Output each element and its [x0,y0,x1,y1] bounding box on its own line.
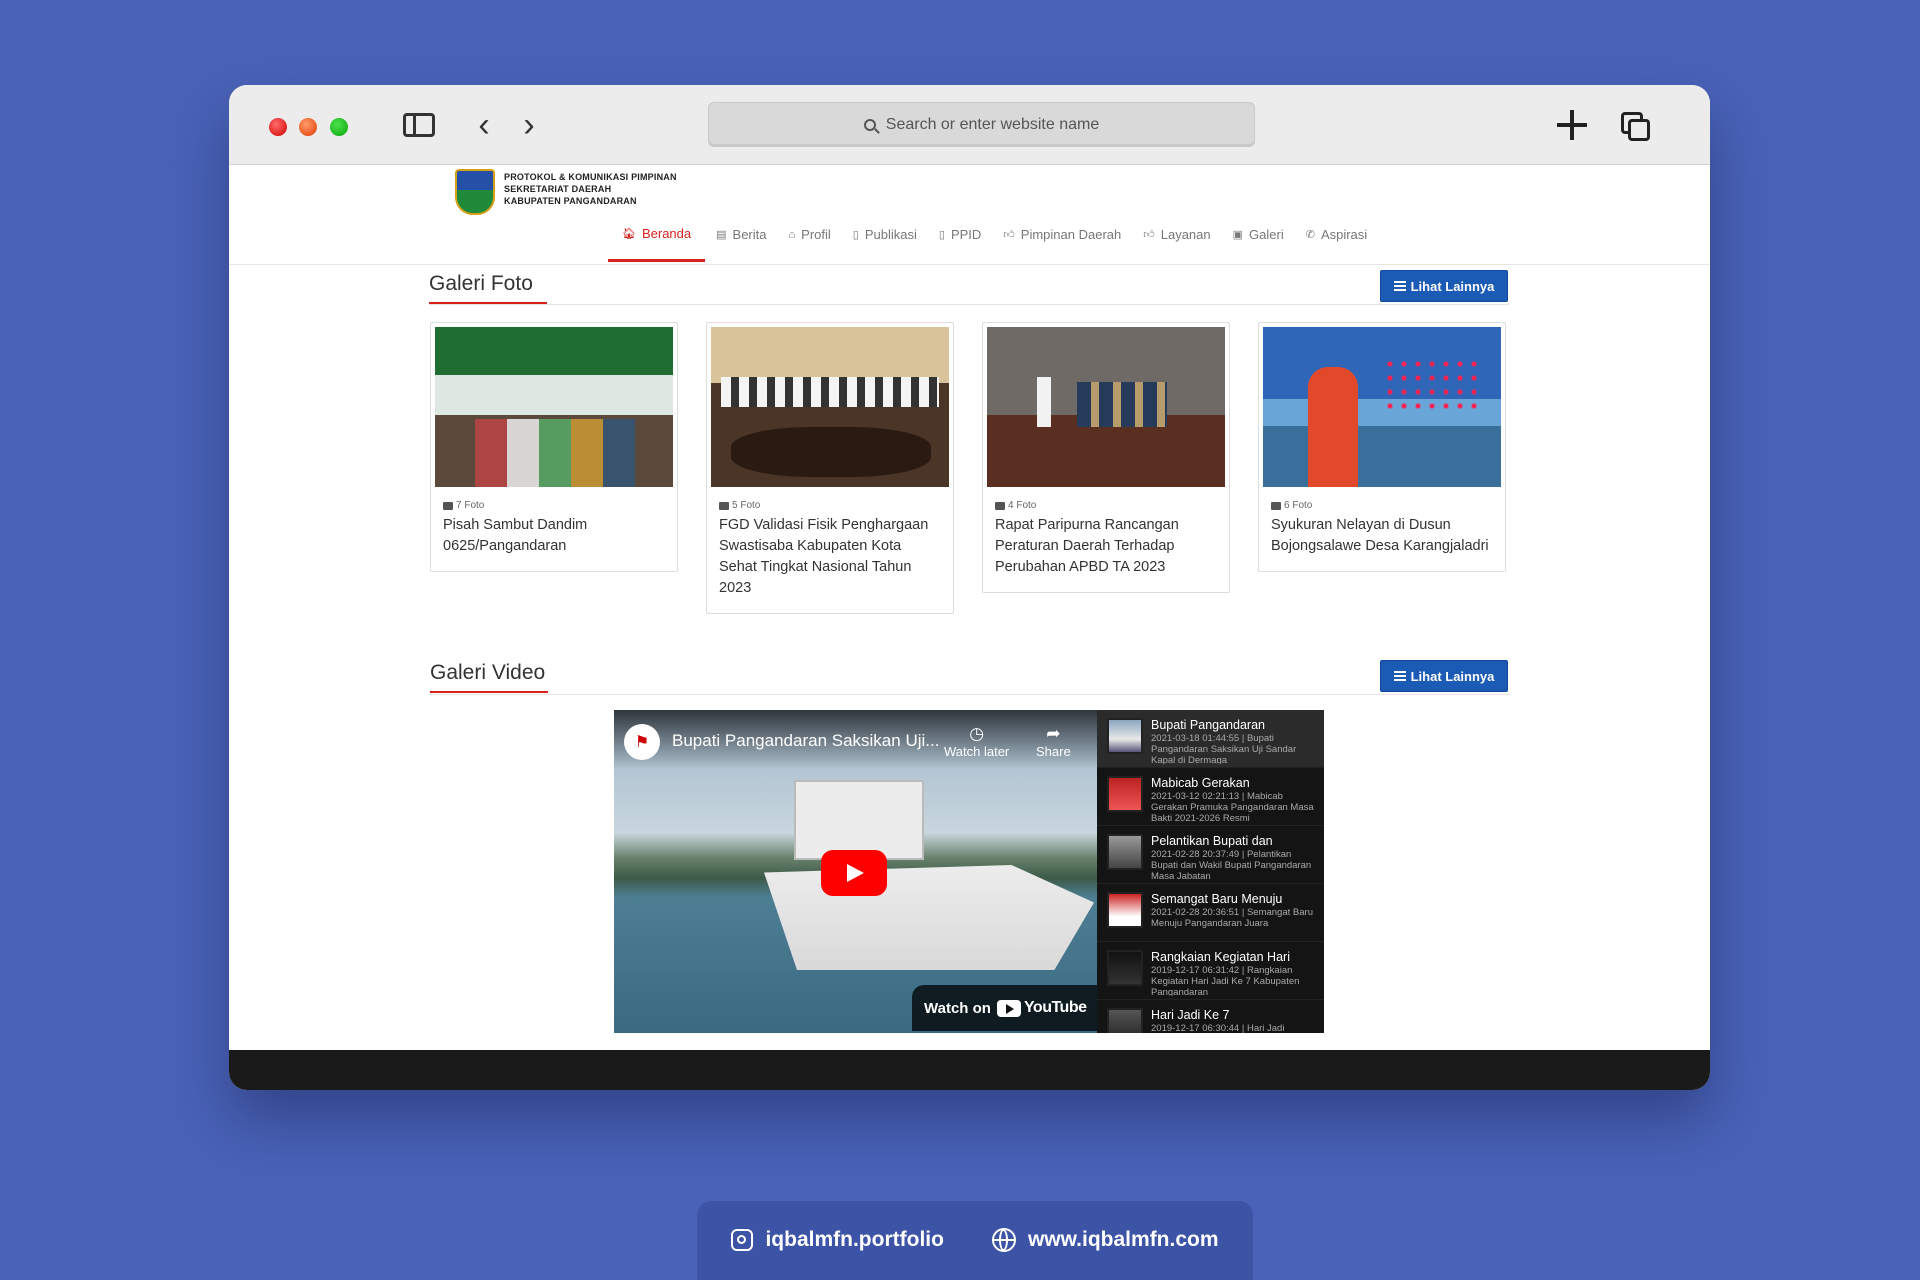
nav-publikasi[interactable]: ▯ Publikasi [842,207,928,262]
address-placeholder: Search or enter website name [885,115,1100,133]
nav-profil[interactable]: ⌂ Profil [778,207,842,262]
photo-gallery-title: Galeri Foto [429,272,547,304]
playlist-item[interactable]: Bupati Pangandaran 2021-03-18 01:44:55 | … [1097,710,1324,768]
photo-card-title[interactable]: Pisah Sambut Dandim 0625/Pangandaran [443,515,665,557]
video-embed: ⚑ Bupati Pangandaran Saksikan Uji... ◷ Wa… [614,710,1324,1033]
divider [430,694,1510,695]
video-thumbnail [1107,950,1143,986]
photo-gallery-more-button[interactable]: Lihat Lainnya [1380,270,1508,302]
photo-card[interactable]: 7 Foto Pisah Sambut Dandim 0625/Panganda… [430,322,678,572]
nav-ppid[interactable]: ▯ PPID [928,207,992,262]
camera-icon [719,501,729,510]
youtube-logo: YouTube [996,999,1087,1017]
photo-card[interactable]: 4 Foto Rapat Paripurna Rancangan Peratur… [982,322,1230,593]
watch-on-youtube-button[interactable]: Watch on YouTube [912,985,1097,1031]
nav-layanan[interactable]: 👍︎ Layanan [1132,207,1221,262]
playlist-item[interactable]: Rangkaian Kegiatan Hari 2019-12-17 06:31:… [1097,942,1324,1000]
search-icon [863,118,876,131]
video-thumbnail [1107,718,1143,754]
site-footer [229,1050,1710,1090]
nav-berita[interactable]: ▤ Berita [705,207,777,262]
photo-thumbnail [435,327,673,487]
home-icon: 🏠︎ [622,227,636,240]
clock-icon: ◷ [969,724,985,743]
newspaper-icon: ▤ [716,229,727,241]
photo-card-title[interactable]: Rapat Paripurna Rancangan Peraturan Daer… [995,515,1217,578]
video-thumbnail [1107,776,1143,812]
video-thumbnail [1107,1008,1143,1033]
video-thumbnail [1107,892,1143,928]
playlist-item[interactable]: Pelantikan Bupati dan 2021-02-28 20:37:49… [1097,826,1324,884]
playlist-item[interactable]: Mabicab Gerakan 2021-03-12 02:21:13 | Mab… [1097,768,1324,826]
camera-icon [443,501,453,510]
main-navigation: 🏠︎ Beranda ▤ Berita ⌂ Profil ▯ Publikasi ▯ PP… [608,207,1378,265]
share-arrow-icon: ➦ [1046,724,1061,743]
video-gallery-title: Galeri Video [430,661,549,693]
new-tab-plus-icon[interactable] [1554,107,1590,143]
play-button[interactable] [821,850,887,896]
share-button[interactable]: ➦ Share [1036,724,1071,759]
video-title[interactable]: Bupati Pangandaran Saksikan Uji... [672,731,939,751]
thumbs-up-icon: 👍︎ [1003,229,1015,241]
instagram-credit[interactable]: iqbalmfn.portfolio [731,1228,944,1252]
video-player[interactable]: ⚑ Bupati Pangandaran Saksikan Uji... ◷ Wa… [614,710,1097,1033]
tab-overview-icon[interactable] [1621,112,1651,142]
nav-beranda[interactable]: 🏠︎ Beranda [608,207,706,262]
nav-pimpinan-daerah[interactable]: 👍︎ Pimpinan Daerah [992,207,1132,262]
instagram-icon [731,1229,754,1251]
website-credit[interactable]: www.iqbalmfn.com [991,1228,1219,1252]
photo-thumbnail [1263,327,1501,487]
divider [429,304,1509,305]
video-thumbnail [1107,834,1143,870]
browser-toolbar: ‹ › Search or enter website name [229,85,1710,165]
list-icon [1393,281,1406,291]
photo-thumbnail [987,327,1225,487]
site-header: PROTOKOL & KOMUNIKASI PIMPINAN SEKRETARI… [229,165,1710,265]
sidebar-toggle-icon[interactable] [402,109,436,141]
globe-icon [991,1228,1016,1252]
portfolio-credit-bar: iqbalmfn.portfolio www.iqbalmfn.com [697,1201,1253,1280]
close-window-button[interactable] [269,118,287,136]
playlist-item[interactable]: Hari Jadi Ke 7 2019-12-17 06:30:44 | Hari… [1097,1000,1324,1033]
back-arrow-icon[interactable]: ‹ [469,106,499,144]
channel-avatar[interactable]: ⚑ [624,724,660,760]
building-icon: ⌂ [788,228,796,241]
image-icon: ▣ [1232,229,1244,241]
ship-image [794,780,924,860]
nav-galeri[interactable]: ▣ Galeri [1222,207,1295,262]
photo-thumbnail [711,327,949,487]
thumbs-up-icon: 👍︎ [1143,229,1155,241]
organization-name: PROTOKOL & KOMUNIKASI PIMPINAN SEKRETARI… [504,172,677,206]
video-gallery-more-button[interactable]: Lihat Lainnya [1380,660,1508,692]
photo-card[interactable]: 5 Foto FGD Validasi Fisik Penghargaan Sw… [706,322,954,614]
minimize-window-button[interactable] [299,118,317,136]
document-icon: ▯ [852,229,859,241]
maximize-window-button[interactable] [330,118,348,136]
pangandaran-logo[interactable] [455,169,495,217]
address-bar[interactable]: Search or enter website name [708,102,1255,147]
video-playlist: Bupati Pangandaran 2021-03-18 01:44:55 | … [1097,710,1324,1033]
list-icon [1393,671,1406,681]
browser-window: ‹ › Search or enter website name PROTOKO… [229,85,1710,1090]
forward-arrow-icon[interactable]: › [514,106,544,144]
nav-aspirasi[interactable]: ✆ Aspirasi [1295,207,1378,262]
file-icon: ▯ [938,229,945,241]
photo-card-title[interactable]: Syukuran Nelayan di Dusun Bojongsalawe D… [1271,515,1493,557]
playlist-item[interactable]: Semangat Baru Menuju 2021-02-28 20:36:51 … [1097,884,1324,942]
photo-card-title[interactable]: FGD Validasi Fisik Penghargaan Swastisab… [719,515,941,599]
camera-icon [1271,501,1281,510]
photo-card[interactable]: 6 Foto Syukuran Nelayan di Dusun Bojongs… [1258,322,1506,572]
phone-icon: ✆ [1305,229,1315,241]
camera-icon [995,501,1005,510]
watch-later-button[interactable]: ◷ Watch later [944,724,1009,759]
